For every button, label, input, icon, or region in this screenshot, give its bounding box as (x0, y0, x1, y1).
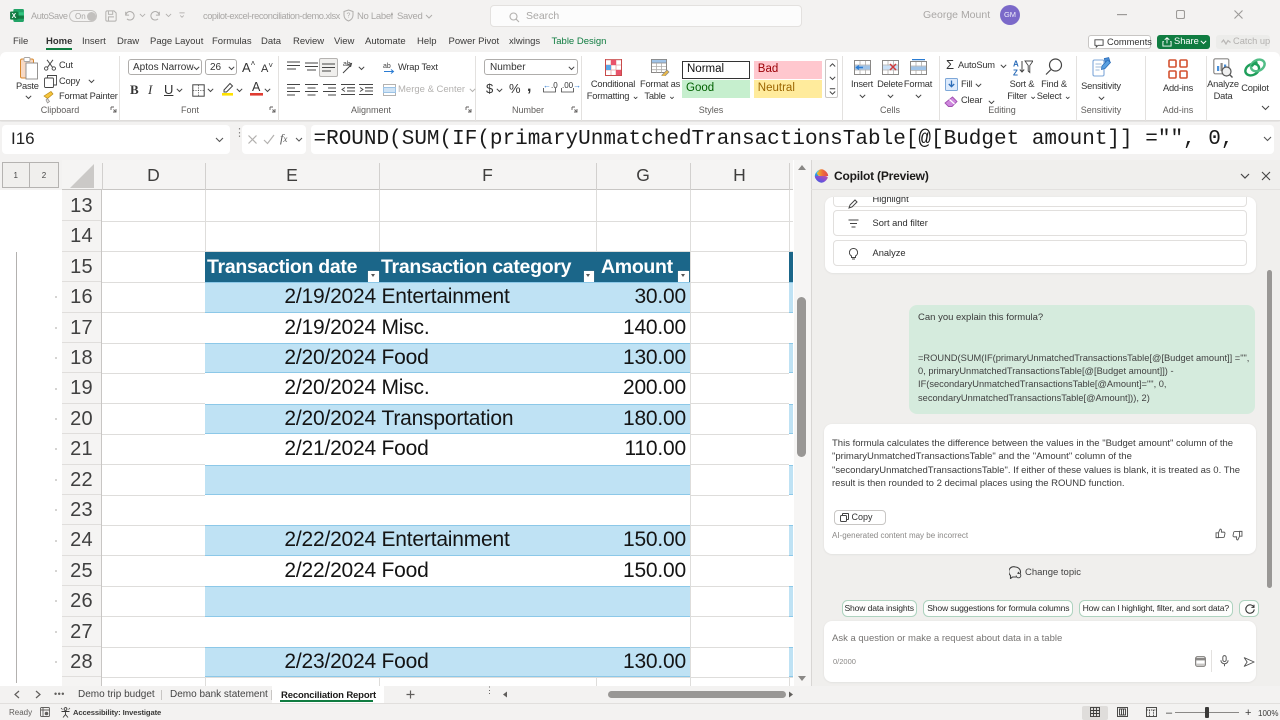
svg-text:A: A (1013, 60, 1019, 69)
svg-text:ab: ab (383, 63, 391, 70)
svg-text:ab: ab (343, 61, 351, 68)
svg-text:Z: Z (1013, 69, 1018, 77)
svg-text:X: X (12, 13, 17, 20)
svg-text:?: ? (347, 13, 351, 20)
